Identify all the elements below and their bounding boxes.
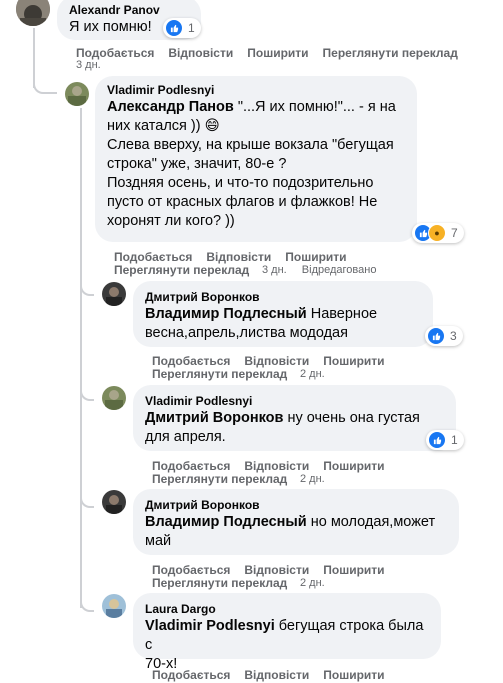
thread-elbow — [80, 490, 94, 508]
comment-author[interactable]: Alexandr Panov — [69, 2, 189, 18]
comment-text: Владимир Подлесный Наверное весна,апрель… — [145, 306, 378, 341]
share-button[interactable]: Поширити — [285, 250, 346, 264]
timestamp[interactable]: 2 дн. — [300, 368, 325, 381]
thread-elbow — [80, 278, 94, 296]
like-icon — [427, 327, 445, 345]
reply-button[interactable]: Відповісти — [244, 668, 309, 682]
comment-text: Дмитрий Воронков ну очень она густая для… — [145, 410, 420, 445]
like-button[interactable]: Подобається — [114, 250, 192, 264]
reply-button[interactable]: Відповісти — [168, 46, 233, 60]
comment-text: Александр Панов "...Я их помню!"... - я … — [107, 99, 396, 229]
comment-actions: Подобається Відповісти Поширити — [114, 250, 361, 264]
reaction-count[interactable]: 1 — [426, 430, 464, 450]
thread-elbow — [80, 383, 94, 401]
avatar-photo — [102, 490, 126, 514]
comment-actions-row2: Переглянути переклад — [152, 576, 287, 590]
wow-icon: ● — [428, 224, 446, 242]
like-icon — [428, 431, 446, 449]
comment-actions: Подобається Відповісти Поширити — [152, 563, 399, 577]
see-translation-button[interactable]: Переглянути переклад — [323, 46, 458, 60]
like-button[interactable]: Подобається — [152, 354, 230, 368]
timestamp[interactable]: 2 дн. — [300, 473, 325, 486]
comment-author[interactable]: Дмитрий Воронков — [145, 497, 447, 513]
like-icon — [165, 19, 183, 37]
see-translation-button[interactable]: Переглянути переклад — [152, 472, 287, 486]
share-button[interactable]: Поширити — [323, 354, 384, 368]
avatar-photo — [65, 82, 89, 106]
comment-bubble: Laura Dargo Vladimir Podlesnyi бегущая с… — [133, 593, 441, 672]
comment-actions: Подобається Відповісти Поширити — [152, 459, 399, 473]
see-translation-button[interactable]: Переглянути переклад — [152, 367, 287, 381]
reaction-count[interactable]: 3 — [425, 326, 463, 346]
reply-button[interactable]: Відповісти — [244, 459, 309, 473]
reply-button[interactable]: Відповісти — [244, 563, 309, 577]
share-button[interactable]: Поширити — [323, 563, 384, 577]
share-button[interactable]: Поширити — [323, 668, 384, 682]
avatar[interactable] — [16, 0, 50, 26]
comment-bubble: Vladimir Podlesnyi Александр Панов "...Я… — [95, 76, 417, 242]
avatar[interactable] — [102, 594, 126, 618]
avatar-photo — [102, 594, 126, 618]
avatar[interactable] — [65, 82, 89, 106]
mention-link[interactable]: Владимир Подлесный — [145, 306, 307, 322]
edited-label: Відредаговано — [301, 264, 377, 276]
avatar-photo — [102, 386, 126, 410]
reply-button[interactable]: Відповісти — [206, 250, 271, 264]
comment-actions: Подобається Відповісти Поширити — [152, 668, 399, 682]
see-translation-button[interactable]: Переглянути переклад — [152, 576, 287, 590]
thread-line-replies — [80, 108, 82, 608]
timestamp[interactable]: 3 дн. — [262, 264, 287, 276]
share-button[interactable]: Поширити — [323, 459, 384, 473]
avatar-photo — [102, 282, 126, 306]
like-button[interactable]: Подобається — [152, 459, 230, 473]
thread-elbow — [80, 594, 94, 612]
timestamp[interactable]: 2 дн. — [300, 577, 325, 590]
avatar[interactable] — [102, 386, 126, 410]
mention-link[interactable]: Дмитрий Воронков — [145, 410, 283, 426]
reaction-count[interactable]: ● 7 — [412, 223, 464, 243]
avatar[interactable] — [102, 282, 126, 306]
comment-author[interactable]: Laura Dargo — [145, 601, 429, 617]
comment-author[interactable]: Vladimir Podlesnyi — [107, 82, 405, 98]
like-button[interactable]: Подобається — [152, 563, 230, 577]
like-button[interactable]: Подобається — [152, 668, 230, 682]
like-button[interactable]: Подобається — [76, 46, 154, 60]
avatar[interactable] — [102, 490, 126, 514]
share-button[interactable]: Поширити — [247, 46, 308, 60]
comment-bubble: Vladimir Podlesnyi Дмитрий Воронков ну о… — [133, 385, 456, 451]
comment-actions-row2: Переглянути переклад — [152, 367, 287, 381]
comment-meta: 3 дн. Відредаговано — [262, 264, 376, 277]
reaction-count[interactable]: 1 — [163, 18, 201, 38]
comment-bubble: Дмитрий Воронков Владимир Подлесный Наве… — [133, 281, 433, 347]
timestamp[interactable]: 3 дн. — [76, 59, 101, 72]
mention-link[interactable]: Владимир Подлесный — [145, 514, 307, 530]
comment-bubble: Дмитрий Воронков Владимир Подлесный но м… — [133, 489, 459, 555]
comment-text: Владимир Подлесный но молодая,может май — [145, 514, 436, 549]
comment-actions-row2: Переглянути переклад — [114, 263, 249, 277]
comment-actions: Подобається Відповісти Поширити — [152, 354, 399, 368]
see-translation-button[interactable]: Переглянути переклад — [114, 263, 249, 277]
comment-actions-row2: Переглянути переклад — [152, 472, 287, 486]
comment-text: Vladimir Podlesnyi бегущая строка была с… — [145, 618, 424, 672]
thread-elbow — [33, 70, 57, 94]
comment-author[interactable]: Дмитрий Воронков — [145, 289, 421, 305]
mention-link[interactable]: Александр Панов — [107, 99, 234, 115]
reply-button[interactable]: Відповісти — [244, 354, 309, 368]
avatar-photo — [16, 0, 50, 26]
comment-author[interactable]: Vladimir Podlesnyi — [145, 393, 444, 409]
comment-actions: Подобається Відповісти Поширити Переглянути… — [76, 46, 472, 60]
mention-link[interactable]: Vladimir Podlesnyi — [145, 618, 275, 634]
